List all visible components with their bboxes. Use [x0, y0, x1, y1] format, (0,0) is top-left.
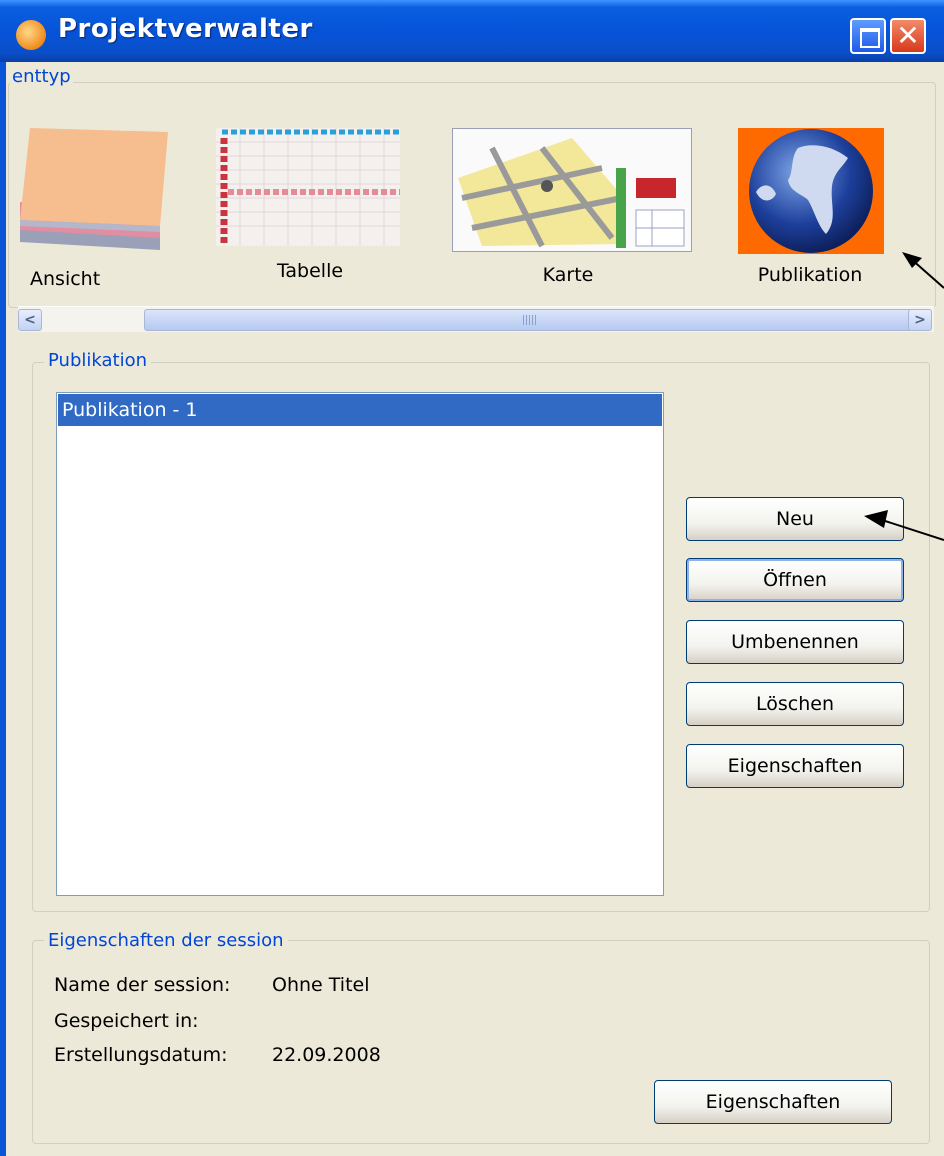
session-name-value: Ohne Titel — [272, 974, 370, 996]
tile-label-ansicht: Ansicht — [30, 268, 101, 290]
window-title: Projektverwalter — [58, 14, 313, 44]
scroll-thumb[interactable] — [144, 309, 914, 331]
doctype-legend: enttyp — [10, 66, 73, 87]
list-item[interactable]: Publikation - 1 — [58, 394, 662, 426]
properties-button[interactable]: Eigenschaften — [686, 744, 904, 788]
app-icon — [16, 20, 46, 50]
tile-label-karte: Karte — [542, 264, 594, 286]
delete-button[interactable]: Löschen — [686, 682, 904, 726]
window-border — [0, 62, 6, 1156]
rename-button[interactable]: Umbenennen — [686, 620, 904, 664]
session-name-label: Name der session: — [54, 974, 231, 996]
horizontal-scrollbar[interactable]: < > — [18, 306, 934, 332]
table-icon[interactable] — [216, 128, 400, 246]
publication-legend: Publikation — [44, 350, 151, 371]
scroll-left-button[interactable]: < — [18, 309, 42, 331]
session-saved-label: Gespeichert in: — [54, 1010, 199, 1032]
map-icon[interactable] — [452, 128, 692, 252]
tile-label-tabelle: Tabelle — [276, 260, 344, 282]
close-button[interactable]: ✕ — [890, 18, 926, 54]
session-date-label: Erstellungsdatum: — [54, 1044, 228, 1066]
session-legend: Eigenschaften der session — [44, 930, 288, 951]
maximize-button[interactable] — [850, 18, 886, 54]
maximize-icon — [860, 28, 880, 48]
layers-icon[interactable] — [10, 122, 170, 262]
session-properties-button[interactable]: Eigenschaften — [654, 1080, 892, 1124]
grip-icon — [523, 315, 537, 325]
annotation-arrow-icon — [902, 252, 944, 289]
publication-list[interactable]: Publikation - 1 — [56, 392, 664, 896]
scroll-right-button[interactable]: > — [908, 309, 932, 331]
open-button[interactable]: Öffnen — [686, 558, 904, 602]
globe-icon[interactable] — [738, 128, 884, 254]
annotation-arrow-icon — [864, 510, 944, 541]
tile-label-publikation: Publikation — [757, 264, 863, 286]
session-date-value: 22.09.2008 — [272, 1044, 381, 1066]
